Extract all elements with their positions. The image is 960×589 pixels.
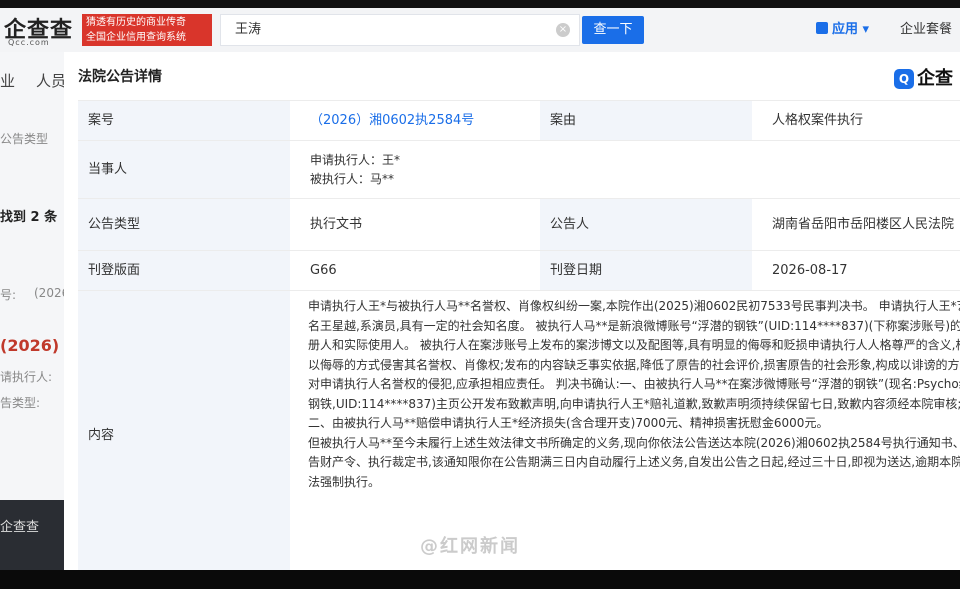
bottom-bar <box>0 570 960 589</box>
table-row: 公告类型 执行文书 公告人 湖南省岳阳市岳阳楼区人民法院 <box>78 198 960 251</box>
table-row: 内容 申请执行人王*与被执行人马**名誉权、肖像权纠纷一案,本院作出(2025)… <box>78 290 960 570</box>
applicant: 申请执行人：王* <box>310 153 401 167</box>
qcc-logo-icon: Q <box>894 69 914 89</box>
case-no-link[interactable]: （2026）湘0602执2584号 <box>300 101 540 141</box>
bg-count: 找到 2 条 <box>0 210 58 225</box>
date-value: 2026-08-17 <box>772 263 848 278</box>
modal-logo: Q 企查 <box>894 64 953 90</box>
bg-text: 请执行人: <box>0 370 53 384</box>
type-label: 公告类型 <box>78 199 290 251</box>
slogan-line-1: 猜透有历史的商业传奇 <box>86 17 186 28</box>
party-value: 申请执行人：王* 被执行人：马** <box>300 151 700 189</box>
modal-logo-text: 企查 <box>917 68 953 89</box>
date-label: 刊登日期 <box>540 251 752 291</box>
search-button[interactable]: 查一下 <box>582 16 644 44</box>
content-paragraph: 申请执行人王*与被执行人马**名誉权、肖像权纠纷一案,本院作出(2025)湘06… <box>308 299 960 430</box>
table-row: 当事人 申请执行人：王* 被执行人：马** <box>78 140 960 199</box>
bg-text: (2026) <box>0 336 60 355</box>
bg-filter: 公告类型 <box>0 132 49 146</box>
modal-title: 法院公告详情 <box>78 69 162 85</box>
content-value: 申请执行人王*与被执行人马**名誉权、肖像权纠纷一案,本院作出(2025)湘06… <box>300 291 960 492</box>
announcer-value: 湖南省岳阳市岳阳楼区人民法院 <box>772 217 955 232</box>
edition-value: G66 <box>310 263 337 278</box>
bg-footer-text: 企查查 <box>0 520 40 535</box>
watermark: @红网新闻 <box>420 536 520 557</box>
site-header: 企查查 Qcc.com 猜透有历史的商业传奇 全国企业信用查询系统 王涛 × 查… <box>0 8 960 52</box>
court-notice-modal: 法院公告详情 Q 企查 案号 （2026）湘0602执2584号 案由 人格权案件… <box>64 52 960 570</box>
logo-subtext: Qcc.com <box>8 38 50 47</box>
app-menu-label: 应用 <box>832 22 859 37</box>
grid-icon <box>816 22 828 34</box>
respondent: 被执行人：马** <box>310 172 395 186</box>
background-page: 业 人员 公告类型 找到 2 条 号: (2026) (2026) 请执行人: … <box>0 52 64 572</box>
cause-label: 案由 <box>540 101 752 141</box>
slogan-line-2: 全国企业信用查询系统 <box>86 32 186 43</box>
table-row: 刊登版面 G66 刊登日期 2026-08-17 <box>78 250 960 291</box>
bg-footer: 企查查 <box>0 500 64 572</box>
search-input[interactable]: 王涛 <box>220 14 580 46</box>
content-paragraph: 但被执行人马**至今未履行上述生效法律文书所确定的义务,现向你依法公告送达本院(… <box>308 435 960 489</box>
case-no-label: 案号 <box>78 101 290 141</box>
bg-tab: 业 <box>0 72 16 90</box>
content-label: 内容 <box>78 291 290 570</box>
cause-value: 人格权案件执行 <box>772 113 864 128</box>
suite-menu-button[interactable]: 企业套餐 <box>900 20 952 40</box>
slogan-banner: 猜透有历史的商业传奇 全国企业信用查询系统 <box>82 14 212 46</box>
type-value: 执行文书 <box>310 217 363 232</box>
bg-text: 告类型: <box>0 396 41 410</box>
edition-label: 刊登版面 <box>78 251 290 291</box>
table-row: 案号 （2026）湘0602执2584号 案由 人格权案件执行 <box>78 100 960 141</box>
announcer-label: 公告人 <box>540 199 752 251</box>
app-menu-button[interactable]: 应用 ▾ <box>816 20 869 40</box>
party-label: 当事人 <box>78 141 290 199</box>
site-logo[interactable]: 企查查 Qcc.com <box>4 12 76 48</box>
bg-text: (2026) <box>34 286 64 300</box>
clear-icon[interactable]: × <box>556 23 570 37</box>
bg-text: 号: <box>0 288 17 302</box>
bg-tab: 人员 <box>36 72 64 90</box>
